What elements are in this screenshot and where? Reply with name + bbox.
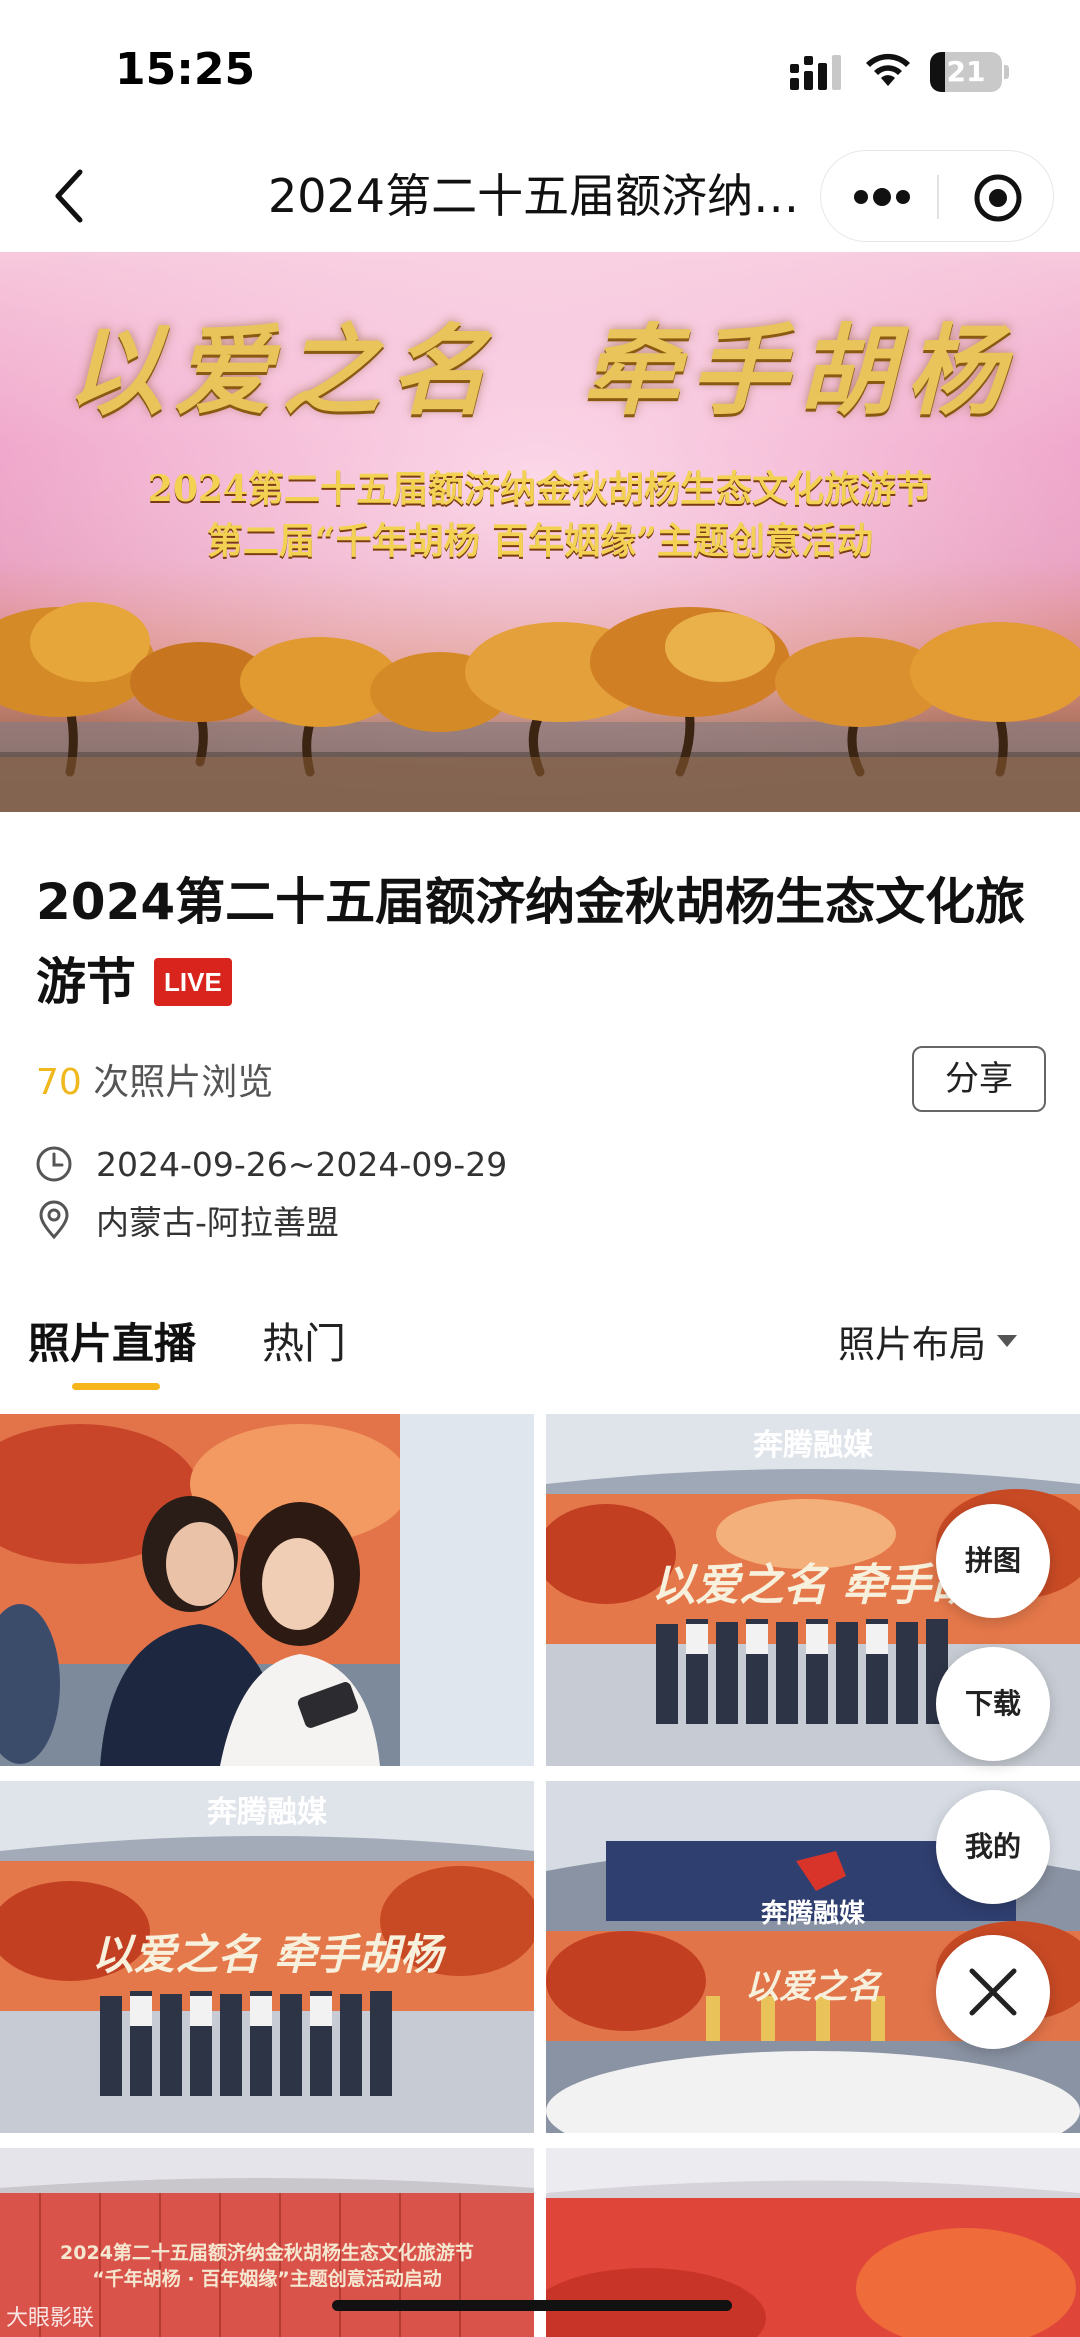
clock-icon — [36, 1146, 72, 1182]
close-icon — [969, 1968, 1017, 2016]
miniprogram-capsule — [820, 150, 1054, 242]
banner-title-line1: 2024第二十五届额济纳金秋胡杨生态文化旅游节 — [147, 468, 933, 510]
event-title: 2024第二十五届额济纳金秋胡杨生态文化旅游节 LIVE — [36, 862, 1046, 1022]
banner-slogan: 以爱之名 牵手胡杨 — [65, 314, 1015, 429]
share-button[interactable]: 分享 — [912, 1046, 1046, 1112]
photo-3-caption: 奔腾融媒 — [207, 1795, 327, 1830]
views-count: 70 — [36, 1062, 82, 1103]
location-row: 内蒙古-阿拉善盟 — [34, 1198, 339, 1242]
nav-title: 2024第二十五届额济纳金秋胡杨生态文化旅游节 — [268, 169, 818, 223]
caret-down-icon — [997, 1335, 1017, 1347]
nav-bar: 2024第二十五届额济纳金秋胡杨生态文化旅游节 — [0, 140, 1080, 252]
views-row: 70 次照片浏览 — [36, 1053, 273, 1105]
photo-layout-select[interactable]: 照片布局 — [838, 1314, 1018, 1368]
photo-3-slogan: 以爱之名 牵手胡杨 — [91, 1930, 443, 1979]
event-date-range: 2024-09-26~2024-09-29 — [96, 1144, 508, 1184]
back-chevron-icon[interactable] — [36, 160, 108, 232]
views-suffix: 次照片浏览 — [81, 1062, 274, 1103]
status-bar: 15:25 21 — [0, 0, 1080, 140]
photo-thumbnail-1[interactable] — [0, 1414, 534, 1766]
location-pin-icon — [39, 1200, 69, 1240]
watermark: 大眼影联 — [6, 2306, 95, 2331]
active-tab-indicator — [72, 1383, 160, 1390]
live-badge: LIVE — [154, 957, 232, 1006]
event-location: 内蒙古-阿拉善盟 — [96, 1203, 339, 1242]
event-banner: 以爱之名 牵手胡杨 2024第二十五届额济纳金秋胡杨生态文化旅游节 第二届“千年… — [0, 252, 1080, 812]
cellular-signal-icon — [790, 55, 841, 90]
more-dots-icon[interactable] — [851, 177, 913, 217]
battery-level: 21 — [946, 55, 986, 88]
battery-icon: 21 — [930, 52, 1009, 92]
close-miniprogram-target-icon[interactable] — [973, 173, 1023, 223]
banner-title-line2: 第二届“千年胡杨 百年姻缘”主题创意活动 — [207, 520, 873, 562]
home-indicator — [332, 2300, 732, 2311]
close-menu-button[interactable] — [936, 1935, 1050, 2049]
date-row: 2024-09-26~2024-09-29 — [34, 1142, 507, 1186]
photo-5-line1: 2024第二十五届额济纳金秋胡杨生态文化旅游节 — [60, 2242, 474, 2264]
tab-live-photos[interactable]: 照片直播 — [28, 1310, 196, 1371]
collage-button[interactable]: 拼图 — [936, 1504, 1050, 1618]
wifi-icon — [866, 53, 910, 86]
status-time: 15:25 — [115, 44, 256, 95]
photo-5-line2: “千年胡杨 · 百年姻缘”主题创意活动启动 — [92, 2268, 442, 2290]
photo-2-caption: 奔腾融媒 — [753, 1428, 873, 1463]
tab-hot[interactable]: 热门 — [262, 1310, 346, 1371]
download-button[interactable]: 下载 — [936, 1647, 1050, 1761]
photo-layout-label: 照片布局 — [838, 1323, 986, 1366]
photo-thumbnail-3[interactable]: 奔腾融媒 以爱之名 牵手胡杨 — [0, 1781, 534, 2133]
mine-button[interactable]: 我的 — [936, 1790, 1050, 1904]
